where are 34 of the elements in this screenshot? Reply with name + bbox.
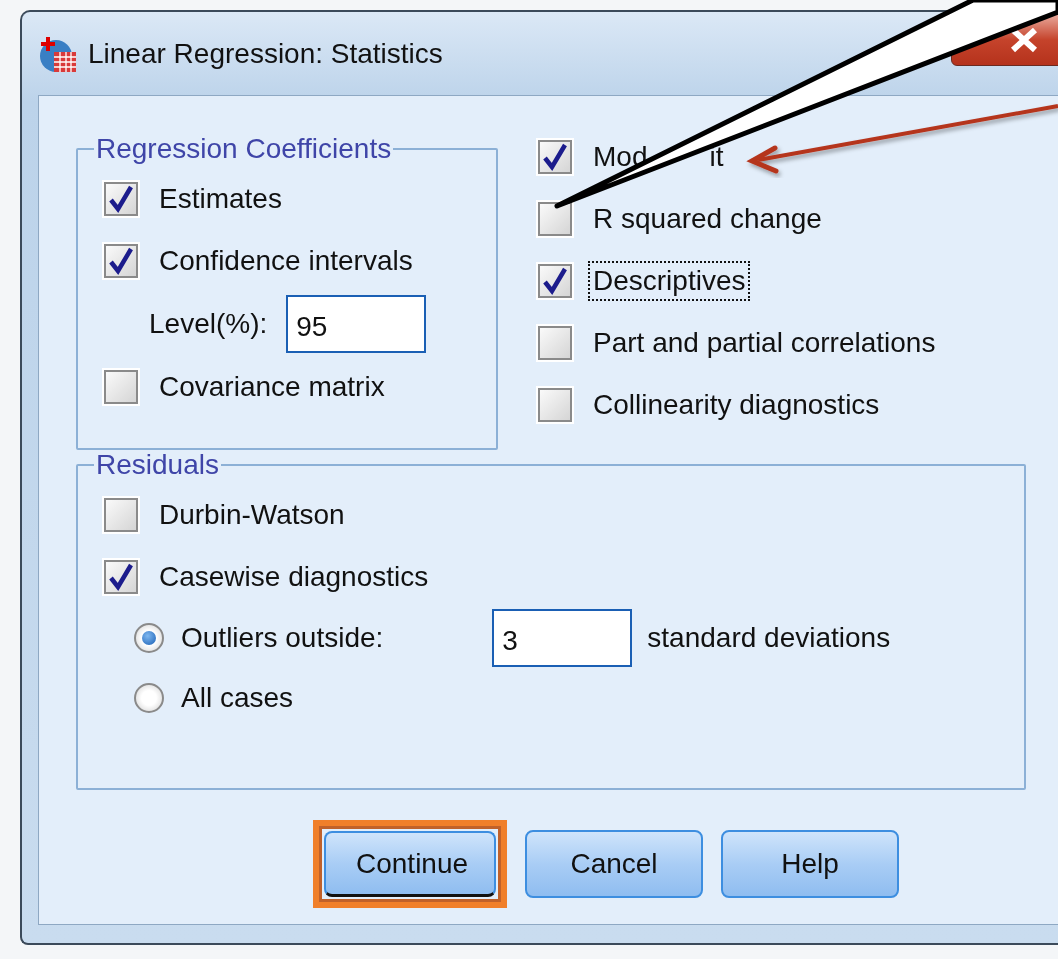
checkbox-label[interactable]: Durbin-Watson xyxy=(154,495,350,535)
checkbox[interactable] xyxy=(538,326,572,360)
checkbox-label[interactable]: Part and partial correlations xyxy=(588,323,941,363)
field-label: Level(%): xyxy=(148,307,269,341)
checkbox-label[interactable]: R squared change xyxy=(588,199,827,239)
checkbox-label[interactable]: Confidence intervals xyxy=(154,241,418,281)
input-field[interactable]: 3 xyxy=(492,609,633,667)
group-title: Residuals xyxy=(95,450,220,480)
radio-button[interactable] xyxy=(134,623,164,653)
label-fragment: it xyxy=(708,140,725,174)
checkbox[interactable] xyxy=(104,370,138,404)
checkbox-label[interactable]: Collinearity diagnostics xyxy=(588,385,885,425)
checkbox[interactable] xyxy=(538,140,572,174)
checkbox[interactable] xyxy=(104,498,138,532)
radio-label[interactable]: All cases xyxy=(176,678,299,718)
checkbox[interactable] xyxy=(104,182,138,216)
radio-button[interactable] xyxy=(134,683,164,713)
checkbox-label[interactable]: Casewise diagnostics xyxy=(154,557,434,597)
checkbox-label[interactable]: Covariance matrix xyxy=(154,367,390,407)
checkbox[interactable] xyxy=(104,244,138,278)
checkbox[interactable] xyxy=(104,560,138,594)
checkbox[interactable] xyxy=(538,202,572,236)
dialog-button[interactable]: Cancel xyxy=(525,830,703,898)
group-title: Regression Coefficients xyxy=(95,134,393,164)
checkbox[interactable] xyxy=(538,264,572,298)
checkbox[interactable] xyxy=(538,388,572,422)
window-title: Linear Regression: Statistics xyxy=(88,37,443,70)
field-label: standard deviations xyxy=(646,621,892,655)
checkbox-label[interactable]: Descriptives xyxy=(588,261,751,301)
radio-label[interactable]: Outliers outside: xyxy=(176,618,389,658)
checkbox-label[interactable]: Estimates xyxy=(154,179,287,219)
dialog-button[interactable]: Continue xyxy=(324,831,496,897)
dialog-button[interactable]: Help xyxy=(721,830,899,898)
input-field[interactable]: 95 xyxy=(286,295,427,353)
